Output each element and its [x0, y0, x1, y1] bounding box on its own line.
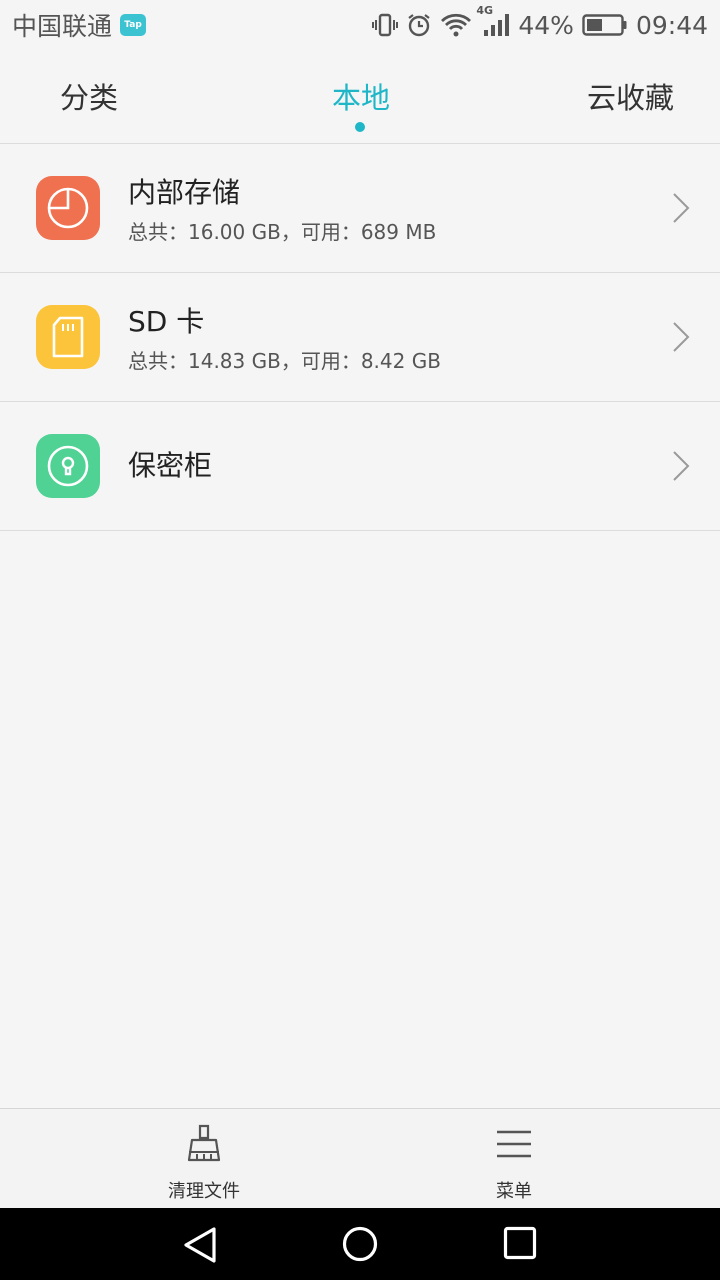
recent-apps-icon[interactable] — [503, 1226, 537, 1264]
chevron-right-icon — [672, 450, 690, 486]
status-right: 4G 44% 09:44 — [372, 4, 708, 40]
storage-item-internal[interactable]: 内部存储 总共：16.00 GB，可用：689 MB — [0, 144, 720, 273]
broom-icon — [187, 1123, 221, 1165]
menu-button[interactable]: 菜单 — [414, 1109, 614, 1209]
tab-cloud-favorites[interactable]: 云收藏 — [587, 78, 674, 118]
vibrate-icon — [372, 12, 399, 38]
signal-icon: 4G — [476, 4, 510, 38]
status-left: 中国联通 Tap — [12, 7, 147, 43]
storage-title: 保密柜 — [128, 449, 213, 482]
carrier-label: 中国联通 — [12, 12, 113, 41]
home-icon[interactable] — [342, 1226, 378, 1266]
clean-files-label: 清理文件 — [168, 1181, 240, 1202]
menu-icon — [496, 1123, 532, 1165]
back-icon[interactable] — [182, 1226, 218, 1268]
tab-classify[interactable]: 分类 — [60, 78, 118, 118]
tab-local[interactable]: 本地 — [332, 78, 390, 118]
system-nav-bar — [0, 1208, 720, 1280]
storage-list: 内部存储 总共：16.00 GB，可用：689 MB SD 卡 总共：14.83… — [0, 144, 720, 531]
wifi-icon — [440, 12, 472, 38]
top-tabs: 分类 本地 云收藏 — [0, 50, 720, 144]
storage-item-safe[interactable]: 保密柜 — [0, 402, 720, 531]
storage-capacity: 总共：16.00 GB，可用：689 MB — [128, 220, 437, 244]
clean-files-button[interactable]: 清理文件 — [104, 1109, 304, 1209]
pie-chart-icon — [36, 176, 100, 240]
battery-icon — [582, 13, 628, 37]
bottom-toolbar: 清理文件 菜单 — [0, 1108, 720, 1208]
tap-app-icon: Tap — [120, 14, 147, 36]
storage-title: SD 卡 — [128, 305, 205, 338]
storage-item-sd-card[interactable]: SD 卡 总共：14.83 GB，可用：8.42 GB — [0, 273, 720, 402]
network-type-label: 4G — [476, 4, 494, 17]
storage-capacity: 总共：14.83 GB，可用：8.42 GB — [128, 349, 441, 373]
clock: 09:44 — [635, 10, 708, 40]
sd-card-icon — [36, 305, 100, 369]
menu-label: 菜单 — [496, 1181, 532, 1202]
active-tab-indicator — [355, 122, 365, 132]
status-bar: 中国联通 Tap 4G 44% 09:44 — [0, 0, 720, 50]
chevron-right-icon — [672, 321, 690, 357]
battery-percent: 44% — [518, 10, 574, 40]
chevron-right-icon — [672, 192, 690, 228]
alarm-icon — [406, 12, 432, 38]
storage-title: 内部存储 — [128, 176, 241, 209]
safe-lock-icon — [36, 434, 100, 498]
